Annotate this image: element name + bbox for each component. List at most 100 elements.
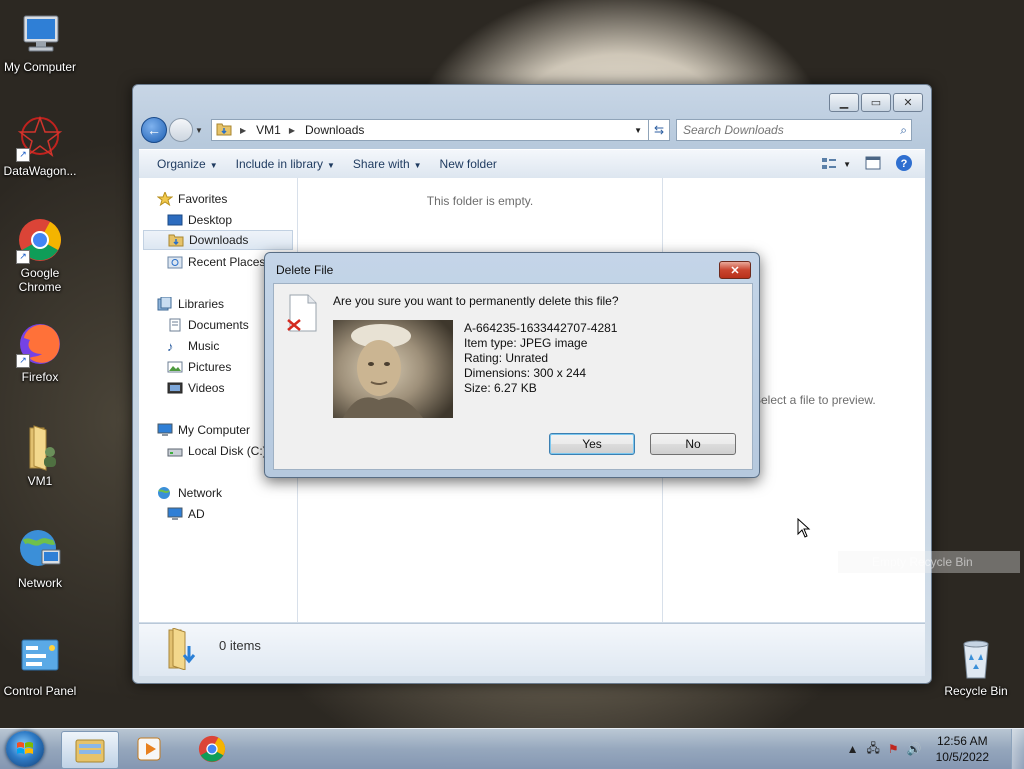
forward-button[interactable] <box>169 118 193 142</box>
include-in-library-menu[interactable]: Include in library ▼ <box>236 157 335 171</box>
nav-recent-places[interactable]: Recent Places <box>167 252 265 272</box>
pictures-icon <box>167 360 183 374</box>
include-in-library-label: Include in library <box>235 157 323 171</box>
chrome-icon <box>198 735 226 763</box>
share-with-menu[interactable]: Share with ▼ <box>353 157 422 171</box>
nav-videos[interactable]: Videos <box>167 378 224 398</box>
share-with-label: Share with <box>352 157 410 171</box>
chrome-icon: ↗ <box>16 216 64 264</box>
desktop-icon-label: VM1 <box>27 474 53 488</box>
desktop-icon-vm1[interactable]: VM1 <box>0 424 80 488</box>
taskbar-media-player-button[interactable] <box>122 731 178 767</box>
item-count: 0 items <box>219 638 261 653</box>
nav-local-disk-label: Local Disk (C:) <box>188 444 267 458</box>
nav-desktop[interactable]: Desktop <box>167 210 232 230</box>
svg-text:?: ? <box>901 158 908 170</box>
new-folder-button[interactable]: New folder <box>440 157 497 171</box>
chevron-down-icon: ▼ <box>413 161 422 170</box>
help-button[interactable]: ? <box>895 154 913 175</box>
empty-recycle-bin-menu-item[interactable]: Empty Recycle Bin <box>838 551 1020 573</box>
nav-documents-label: Documents <box>188 318 249 332</box>
search-box[interactable]: ⌕ <box>676 119 912 141</box>
nav-music-label: Music <box>188 339 220 353</box>
shortcut-arrow-icon: ↗ <box>16 148 30 162</box>
desktop-icon-label: Firefox <box>21 370 59 384</box>
nav-downloads[interactable]: Downloads <box>143 230 293 250</box>
dialog-close-button[interactable]: ✕ <box>719 261 751 279</box>
desktop-icon-label: DataWagon... <box>3 164 77 178</box>
nav-local-disk[interactable]: Local Disk (C:) <box>167 441 267 461</box>
taskbar-explorer-button[interactable] <box>61 731 119 769</box>
desktop-icon-label: Network <box>17 576 62 590</box>
documents-icon <box>167 318 183 332</box>
action-center-icon[interactable]: ⚑ <box>888 742 899 756</box>
refresh-icon: ⇆ <box>653 123 665 137</box>
desktop-icon-network[interactable]: Network <box>0 526 80 590</box>
breadcrumb-separator-icon: ▶ <box>288 125 295 135</box>
yes-button[interactable]: Yes <box>549 433 635 455</box>
volume-icon[interactable]: 🔊 <box>907 742 922 756</box>
desktop-icon-google-chrome[interactable]: ↗ Google Chrome <box>0 216 80 294</box>
delete-file-icon <box>286 294 318 332</box>
desktop-icon-control-panel[interactable]: Control Panel <box>0 634 80 698</box>
taskbar-chrome-button[interactable] <box>184 731 240 767</box>
nav-pictures-label: Pictures <box>188 360 232 374</box>
address-bar[interactable]: ▶ VM1 ▶ Downloads ▼ <box>211 119 649 141</box>
nav-network[interactable]: Network <box>157 483 222 503</box>
change-view-button[interactable]: ▼ <box>821 157 851 171</box>
address-dropdown-icon[interactable]: ▼ <box>634 126 642 135</box>
back-button[interactable]: ← <box>141 117 167 143</box>
datawagon-icon: ↗ <box>16 114 64 162</box>
music-icon: ♪ <box>167 339 174 354</box>
clock[interactable]: 12:56 AM 10/5/2022 <box>936 733 989 765</box>
preview-pane-button[interactable] <box>865 156 881 173</box>
organize-menu[interactable]: Organize ▼ <box>157 157 218 171</box>
desktop-icon-label: Google Chrome <box>18 266 62 294</box>
computer-icon <box>16 10 64 58</box>
breadcrumb-vm1[interactable]: VM1 <box>256 123 281 137</box>
desktop-icon-label: My Computer <box>3 60 77 74</box>
nav-music[interactable]: ♪ Music <box>167 336 219 356</box>
recent-places-icon <box>167 255 183 269</box>
downloads-folder-large-icon <box>165 627 199 673</box>
shortcut-arrow-icon: ↗ <box>16 354 30 368</box>
media-player-icon <box>137 737 161 761</box>
show-hidden-icons-icon[interactable]: ▲ <box>847 742 859 756</box>
nav-my-computer[interactable]: My Computer <box>157 420 250 440</box>
breadcrumb-downloads[interactable]: Downloads <box>305 123 364 137</box>
desktop-icon-recycle-bin[interactable]: Recycle Bin <box>936 634 1016 698</box>
close-button[interactable]: ✕ <box>893 93 923 112</box>
videos-icon <box>167 381 183 395</box>
file-thumbnail <box>333 320 453 418</box>
network-icon <box>16 526 64 574</box>
desktop-icon-firefox[interactable]: ↗ Firefox <box>0 320 80 384</box>
nav-pictures[interactable]: Pictures <box>167 357 231 377</box>
show-desktop-button[interactable] <box>1011 729 1024 769</box>
file-dimensions: Dimensions: 300 x 244 <box>464 366 587 380</box>
network-status-icon[interactable]: 🖧 <box>867 739 880 760</box>
user-folder-icon <box>16 424 64 472</box>
clock-date: 10/5/2022 <box>935 750 989 764</box>
details-pane: 0 items <box>139 623 925 676</box>
nav-desktop-label: Desktop <box>188 213 233 227</box>
nav-favorites[interactable]: Favorites <box>156 189 228 209</box>
explorer-folder-icon <box>75 739 105 763</box>
firefox-icon: ↗ <box>16 320 64 368</box>
nav-libraries[interactable]: Libraries <box>157 294 224 314</box>
no-button[interactable]: No <box>650 433 736 455</box>
start-button[interactable] <box>6 731 44 767</box>
nav-favorites-label: Favorites <box>178 192 228 206</box>
navigation-bar: ← ▼ ▶ VM1 ▶ Downloads ▼ ⇆ ⌕ <box>141 117 923 143</box>
recycle-bin-icon <box>952 634 1000 682</box>
nav-videos-label: Videos <box>188 381 225 395</box>
search-input[interactable] <box>681 122 885 138</box>
desktop-icon-my-computer[interactable]: My Computer <box>0 10 80 74</box>
recent-pages-dropdown[interactable]: ▼ <box>195 126 205 135</box>
nav-ad[interactable]: AD <box>167 504 205 524</box>
nav-documents[interactable]: Documents <box>167 315 249 335</box>
maximize-button[interactable]: ▭ <box>861 93 891 112</box>
refresh-button[interactable]: ⇆ <box>649 119 670 141</box>
folder-icon <box>216 122 232 139</box>
desktop-icon-datawagon[interactable]: ↗ DataWagon... <box>0 114 80 178</box>
minimize-button[interactable]: ▁ <box>829 93 859 112</box>
